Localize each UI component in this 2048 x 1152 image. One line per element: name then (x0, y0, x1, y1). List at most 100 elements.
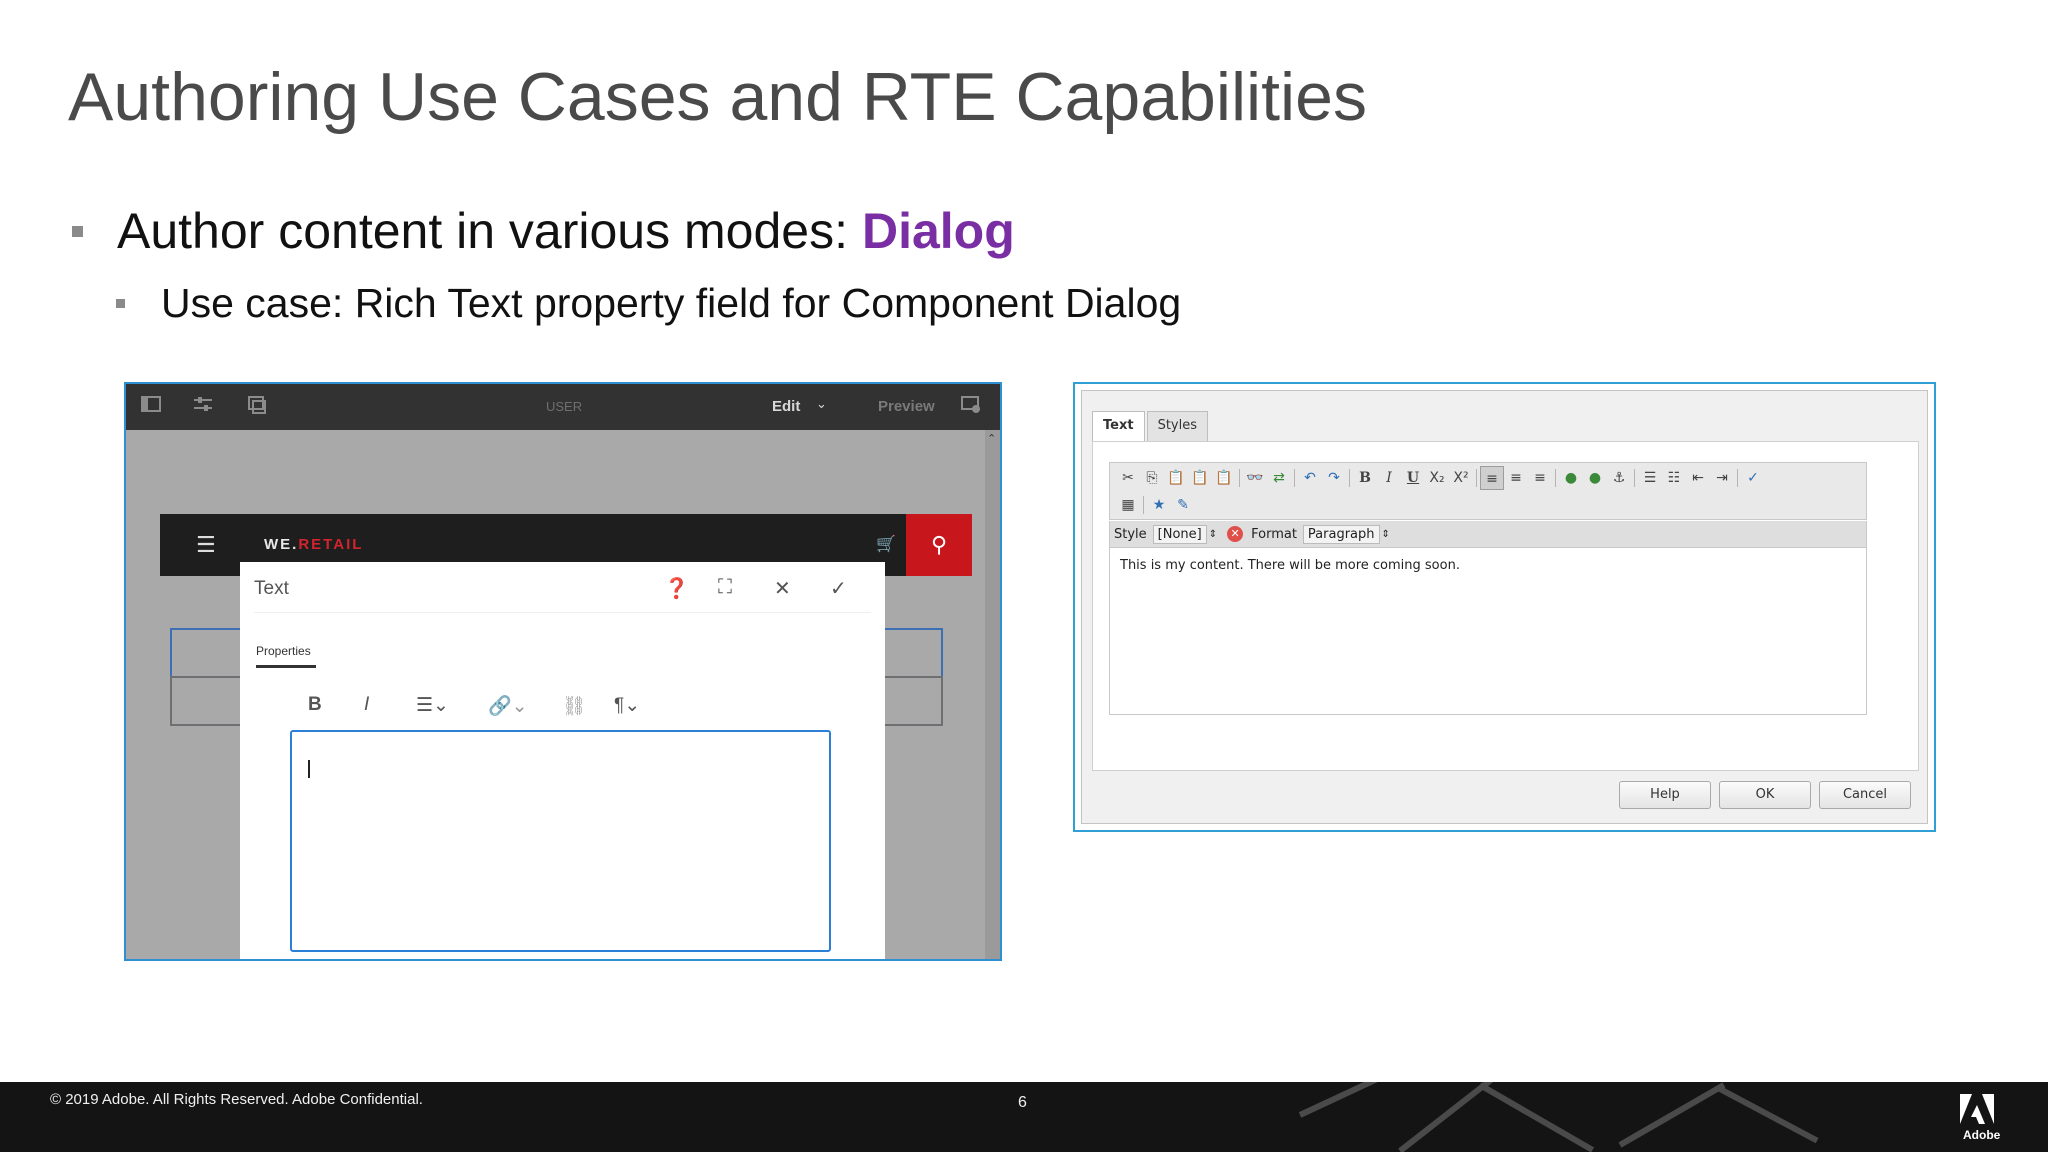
active-tab-indicator (256, 665, 316, 668)
spellcheck-icon[interactable]: ✓ (1741, 466, 1765, 490)
page-number: 6 (1018, 1094, 1027, 1111)
unlink-icon[interactable]: ● (1583, 466, 1607, 490)
cart-icon[interactable]: 🛒 (876, 534, 896, 554)
bullet-square-icon (116, 299, 125, 308)
bullet-1-accent: Dialog (861, 203, 1015, 259)
properties-sliders-icon[interactable] (192, 396, 214, 416)
rte-editor-area[interactable]: This is my content. There will be more c… (1109, 547, 1867, 715)
text-component-dialog: Text ❓ ⛶ ✕ ✓ Properties B I ☰⌄ 🔗⌄ ⛓ ¶⌄ (240, 562, 885, 959)
unlink-icon[interactable]: ⛓ (562, 694, 586, 718)
find-icon[interactable]: 👓 (1243, 466, 1267, 490)
superscript-icon[interactable]: X² (1449, 466, 1473, 490)
mode-edit-button[interactable]: Edit (772, 398, 800, 415)
link-icon[interactable]: ● (1559, 466, 1583, 490)
dialog-buttons: Help OK Cancel (1611, 781, 1911, 809)
help-button[interactable]: Help (1619, 781, 1711, 809)
align-center-icon[interactable]: ≡ (1504, 466, 1528, 490)
tab-panel: ✂ ⎘ 📋 📋 📋 👓 ⇄ ↶ ↷ B I U X₂ X² ≡ ≡ ≡ ● ● … (1092, 441, 1919, 771)
special-chars-icon[interactable]: ★ (1147, 493, 1171, 517)
bullet-square-icon (72, 225, 83, 237)
italic-icon[interactable]: I (1377, 466, 1401, 490)
style-select[interactable]: [None] (1152, 524, 1207, 544)
toolbar-row-2: ▦ ★ ✎ (1116, 493, 1195, 517)
anchor-icon[interactable]: ⚓ (1607, 466, 1631, 490)
clear-style-icon[interactable]: ✕ (1227, 526, 1244, 542)
table-icon[interactable]: ▦ (1116, 493, 1140, 517)
slide-title: Authoring Use Cases and RTE Capabilities (68, 59, 1367, 135)
bullet-2-text: Use case: Rich Text property field for C… (161, 280, 1182, 326)
ok-button[interactable]: OK (1719, 781, 1811, 809)
toolbar-separator (1239, 469, 1240, 487)
subscript-icon[interactable]: X₂ (1425, 466, 1449, 490)
bold-icon[interactable]: B (1353, 466, 1377, 490)
mode-preview-button[interactable]: Preview (878, 398, 935, 415)
bullet-level-1: Author content in various modes: Dialog (72, 202, 1015, 260)
footer-decoration (1298, 1082, 1411, 1118)
dialog-divider (254, 612, 871, 613)
style-format-bar: Style [None] ⇕ ✕ Format Paragraph ⇕ (1109, 521, 1867, 547)
adobe-wordmark: Adobe (1963, 1128, 2001, 1142)
tab-properties[interactable]: Properties (256, 644, 311, 658)
paste-word-icon[interactable]: 📋 (1212, 466, 1236, 490)
numbered-list-icon[interactable]: ☷ (1662, 466, 1686, 490)
side-panel-icon[interactable] (140, 396, 162, 416)
we-retail-logo[interactable]: WE.RETAIL (264, 536, 363, 553)
format-label: Format (1251, 526, 1297, 542)
paragraph-format-icon[interactable]: ¶⌄ (614, 694, 640, 717)
confirm-check-icon[interactable]: ✓ (830, 576, 847, 601)
align-right-icon[interactable]: ≡ (1528, 466, 1552, 490)
link-dropdown-icon[interactable]: 🔗⌄ (488, 694, 528, 718)
toolbar-separator (1737, 469, 1738, 487)
source-edit-icon[interactable]: ✎ (1171, 493, 1195, 517)
cancel-button[interactable]: Cancel (1819, 781, 1911, 809)
style-label: Style (1114, 526, 1147, 542)
rte-toolbar: ✂ ⎘ 📋 📋 📋 👓 ⇄ ↶ ↷ B I U X₂ X² ≡ ≡ ≡ ● ● … (1109, 462, 1867, 520)
redo-icon[interactable]: ↷ (1322, 466, 1346, 490)
toolbar-row-1: ✂ ⎘ 📋 📋 📋 👓 ⇄ ↶ ↷ B I U X₂ X² ≡ ≡ ≡ ● ● … (1116, 466, 1765, 490)
search-icon[interactable]: ⚲ (906, 514, 972, 576)
adobe-logo-icon (1960, 1094, 1994, 1124)
dialog-tabs: Text Styles (1092, 411, 1210, 441)
format-select-arrows-icon[interactable]: ⇕ (1382, 529, 1390, 540)
toolbar-separator (1555, 469, 1556, 487)
paste-icon[interactable]: 📋 (1164, 466, 1188, 490)
hamburger-menu-icon[interactable]: ☰ (196, 534, 216, 556)
bold-icon[interactable]: B (308, 694, 322, 716)
style-select-arrows-icon[interactable]: ⇕ (1209, 529, 1217, 540)
indent-icon[interactable]: ⇥ (1710, 466, 1734, 490)
align-left-icon[interactable]: ≡ (1480, 466, 1504, 490)
outdent-icon[interactable]: ⇤ (1686, 466, 1710, 490)
undo-icon[interactable]: ↶ (1298, 466, 1322, 490)
cut-icon[interactable]: ✂ (1116, 466, 1140, 490)
close-icon[interactable]: ✕ (774, 576, 791, 601)
toolbar-separator (1634, 469, 1635, 487)
emulator-icon[interactable] (246, 396, 268, 416)
toolbar-separator (1476, 469, 1477, 487)
underline-icon[interactable]: U (1401, 466, 1425, 490)
bullet-list-icon[interactable]: ☰ (1638, 466, 1662, 490)
format-select[interactable]: Paragraph (1302, 524, 1380, 544)
copy-icon[interactable]: ⎘ (1140, 466, 1164, 490)
scrollbar[interactable]: ⌃ (985, 430, 1000, 959)
chevron-down-icon[interactable]: ⌄ (816, 396, 827, 412)
italic-icon[interactable]: I (364, 694, 369, 716)
classic-rte-dialog: Text Styles ✂ ⎘ 📋 📋 📋 👓 ⇄ ↶ ↷ B I U X₂ X… (1081, 390, 1928, 824)
tab-styles[interactable]: Styles (1146, 411, 1208, 441)
bullet-1-text: Author content in various modes: (117, 203, 848, 259)
footer-decoration (1478, 1082, 1595, 1152)
replace-icon[interactable]: ⇄ (1267, 466, 1291, 490)
tab-text[interactable]: Text (1092, 411, 1145, 441)
fullscreen-icon[interactable]: ⛶ (718, 576, 732, 599)
classic-ui-screenshot: Text Styles ✂ ⎘ 📋 📋 📋 👓 ⇄ ↶ ↷ B I U X₂ X… (1073, 382, 1936, 832)
annotations-icon[interactable] (960, 396, 982, 416)
copyright-text: © 2019 Adobe. All Rights Reserved. Adobe… (50, 1091, 423, 1108)
toolbar-separator (1143, 496, 1144, 514)
rich-text-editor[interactable] (290, 730, 831, 952)
slide-footer: © 2019 Adobe. All Rights Reserved. Adobe… (0, 1082, 2048, 1152)
list-dropdown-icon[interactable]: ☰⌄ (416, 694, 449, 717)
toolbar-separator (1349, 469, 1350, 487)
text-caret (308, 760, 310, 778)
paste-text-icon[interactable]: 📋 (1188, 466, 1212, 490)
footer-decoration (1718, 1086, 1819, 1144)
help-icon[interactable]: ❓ (664, 576, 689, 601)
